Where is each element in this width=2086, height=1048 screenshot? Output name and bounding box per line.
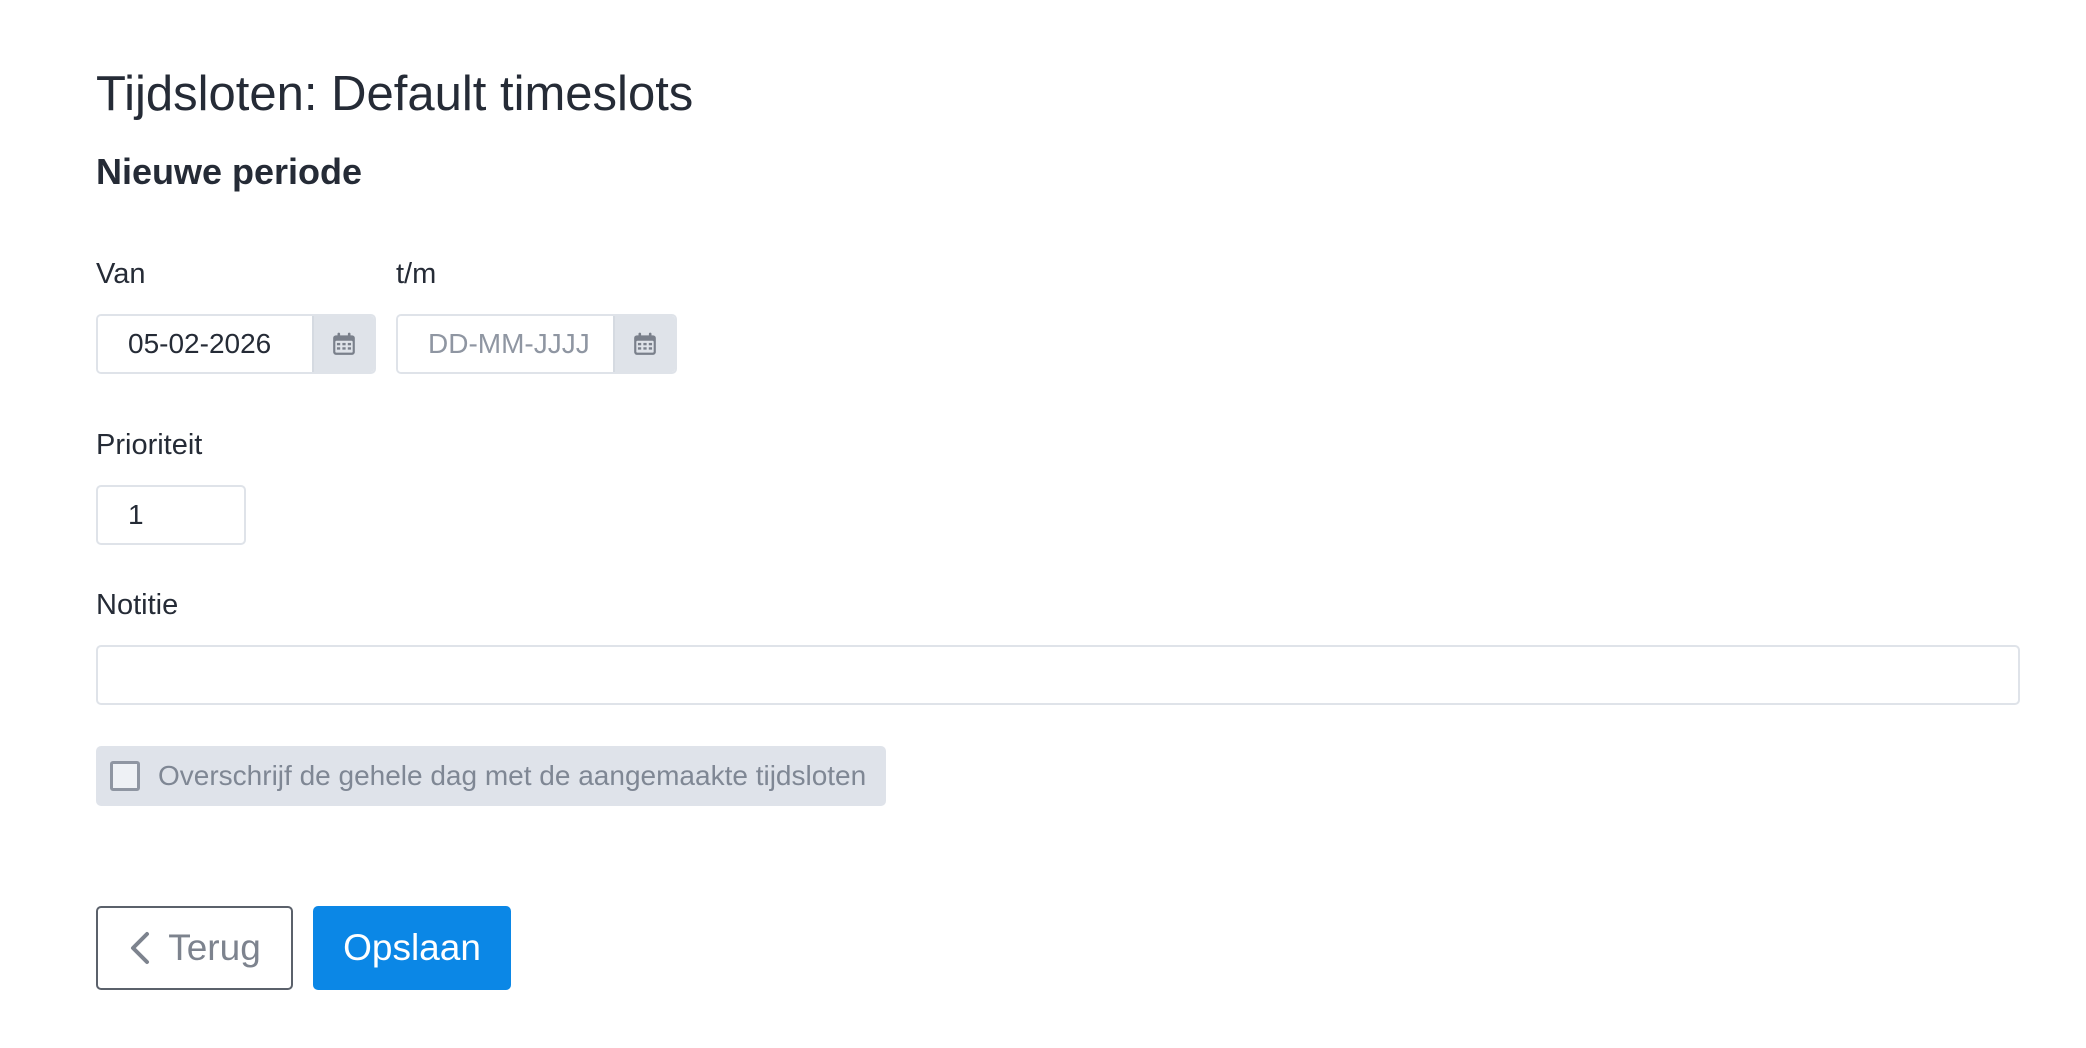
to-date-label: t/m — [396, 258, 437, 290]
to-date-input[interactable] — [398, 316, 613, 372]
section-title: Nieuwe periode — [96, 151, 363, 192]
calendar-icon — [333, 332, 355, 355]
from-date-label: Van — [96, 258, 146, 290]
to-date-field — [396, 314, 677, 374]
from-date-field — [96, 314, 376, 374]
priority-label: Prioriteit — [96, 429, 203, 461]
back-button-label: Terug — [168, 927, 261, 968]
priority-input[interactable] — [96, 485, 246, 545]
overwrite-day-option[interactable]: Overschrijf de gehele dag met de aangema… — [96, 746, 886, 806]
note-input[interactable] — [96, 645, 2020, 705]
calendar-icon — [634, 332, 656, 355]
from-date-input[interactable] — [98, 316, 312, 372]
page-title: Tijdsloten: Default timeslots — [96, 67, 694, 121]
chevron-left-icon — [131, 932, 150, 964]
from-date-picker-button[interactable] — [312, 316, 374, 372]
to-date-picker-button[interactable] — [613, 316, 675, 372]
overwrite-day-label: Overschrijf de gehele dag met de aangema… — [158, 760, 867, 791]
overwrite-day-checkbox[interactable] — [110, 761, 140, 791]
note-label: Notitie — [96, 589, 179, 621]
back-button[interactable]: Terug — [96, 906, 293, 990]
save-button[interactable]: Opslaan — [313, 906, 511, 990]
page: Tijdsloten: Default timeslots Nieuwe per… — [0, 0, 2086, 1048]
